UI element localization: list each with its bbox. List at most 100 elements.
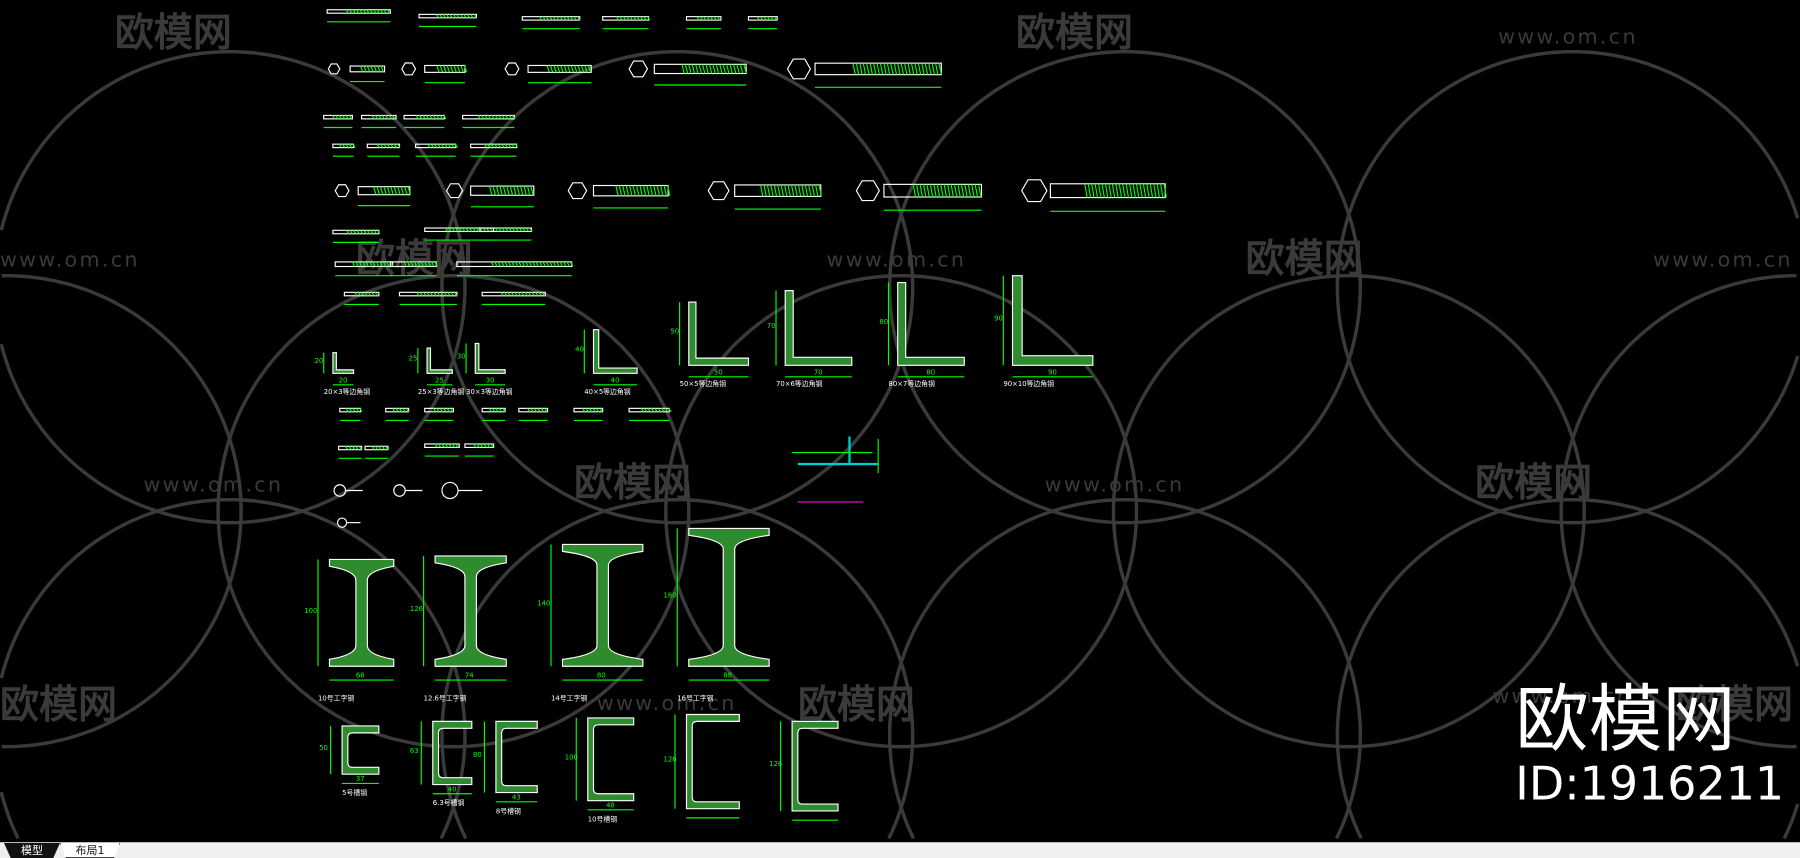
thread-line [379,186,384,195]
thread-line [957,184,961,198]
hex-nut [855,180,881,202]
thread-line [460,65,464,73]
thread-line [801,184,805,197]
thread-line [883,63,887,75]
thread-line [815,184,819,197]
thread-line [1160,183,1164,198]
thread-line [453,65,457,73]
watermark-logo-text: 欧模网 [0,683,117,728]
watermark-url-text: www.om.cn [597,691,737,715]
thread-line [739,64,744,74]
angle-label: 30×3等边角钢 [466,387,512,396]
thread-line [615,185,619,196]
tab-layout1[interactable]: 布局1 [60,843,120,858]
hex-nut [786,58,812,80]
tab-model[interactable]: 模型 [4,843,60,858]
thread-line [567,65,571,73]
thread-line [695,64,699,74]
thread-line [933,184,937,198]
channel-label: 6.3号槽钢 [433,798,465,807]
thread-line [912,184,917,198]
thread-line [935,63,939,75]
t-section-drawing [792,436,879,503]
thread-line [497,261,502,267]
thread-line [1087,183,1092,198]
thread-line [539,261,543,267]
thread-line [514,261,519,267]
thread-line [499,185,503,196]
thread-line [919,184,923,198]
angle-profile [688,301,750,366]
thread-line [518,261,522,267]
thread-line [940,184,944,198]
i-beam: 100 68 10号工字钢 [304,558,395,703]
thread-line [947,184,951,198]
cad-model-space[interactable]: 欧模网 欧模网欧模网 欧模网欧模网 欧模网欧模网 欧模网 欧模网www.om.cnwww.… [0,0,1800,842]
thread-line [900,63,905,75]
thread-line [1125,183,1130,198]
thread-line [556,65,561,73]
hex-nut [401,62,417,76]
thread-line [971,184,975,198]
channel-label: 5号槽钢 [342,788,367,797]
width-dim-text: 68 [356,672,365,680]
thread-line [790,184,795,197]
watermark-circle [216,273,691,749]
thread-line [1098,183,1102,198]
watermark-url-text: www.om.cn [1653,247,1793,271]
width-dim-text: 80 [926,368,935,376]
i-beam-label: 10号工字钢 [318,694,354,703]
thread-line [797,184,802,197]
width-dim-text: 74 [465,672,474,680]
thread-line [684,64,689,74]
angle-steel: 20 20 20×3等边角钢 [315,352,370,396]
thread-line [563,65,568,73]
thread-line [808,184,812,197]
angle-profile [474,342,506,374]
thread-line [632,185,636,196]
thread-line [373,65,378,73]
thread-line [794,184,798,197]
thread-line [366,65,371,73]
thread-line [698,64,702,74]
width-dim-text: 88 [723,672,732,680]
hex-nut [504,62,520,76]
thread-line [784,184,788,197]
channel-steel: 126 [664,713,740,819]
watermark-url-text: www.om.cn [827,247,967,271]
layout-tab-bar: 模型 布局1 [0,842,1800,858]
angle-label: 90×10等边角钢 [1003,379,1054,388]
thread-line [787,184,791,197]
thread-line [1084,183,1088,198]
thread-line [556,261,560,267]
thread-line [495,185,500,196]
thread-line [907,63,911,75]
thread-line [1115,183,1119,198]
thread-line [736,64,740,74]
watermark-logo-text: 欧模网 [1016,11,1133,56]
i-beam-profile [434,555,507,667]
thread-line [563,261,567,267]
width-dim-text: 40 [611,377,620,385]
thread-line [549,65,554,73]
thread-line [386,186,391,195]
thread-line [910,63,915,75]
width-dim-text: 37 [356,775,365,783]
thread-line [893,63,898,75]
channel-steel: 50 37 5号槽钢 [319,725,380,797]
thread-line [804,184,809,197]
height-dim-text: 126 [410,605,423,613]
angle-profile [897,282,965,366]
height-dim-text: 63 [410,747,419,755]
thread-line [964,184,968,198]
angle-steel: 30 30 30×3等边角钢 [457,342,513,396]
height-dim-text: 20 [315,357,324,365]
thread-line [526,185,531,196]
watermark-url-text: www.om.cn [1045,473,1185,497]
watermark-circle [1559,273,1797,749]
thread-line [1142,183,1147,198]
thread-line [535,261,539,267]
height-dim-text: 100 [565,753,578,761]
thread-line [553,65,557,73]
i-beam: 140 80 14号工字钢 [537,543,644,703]
